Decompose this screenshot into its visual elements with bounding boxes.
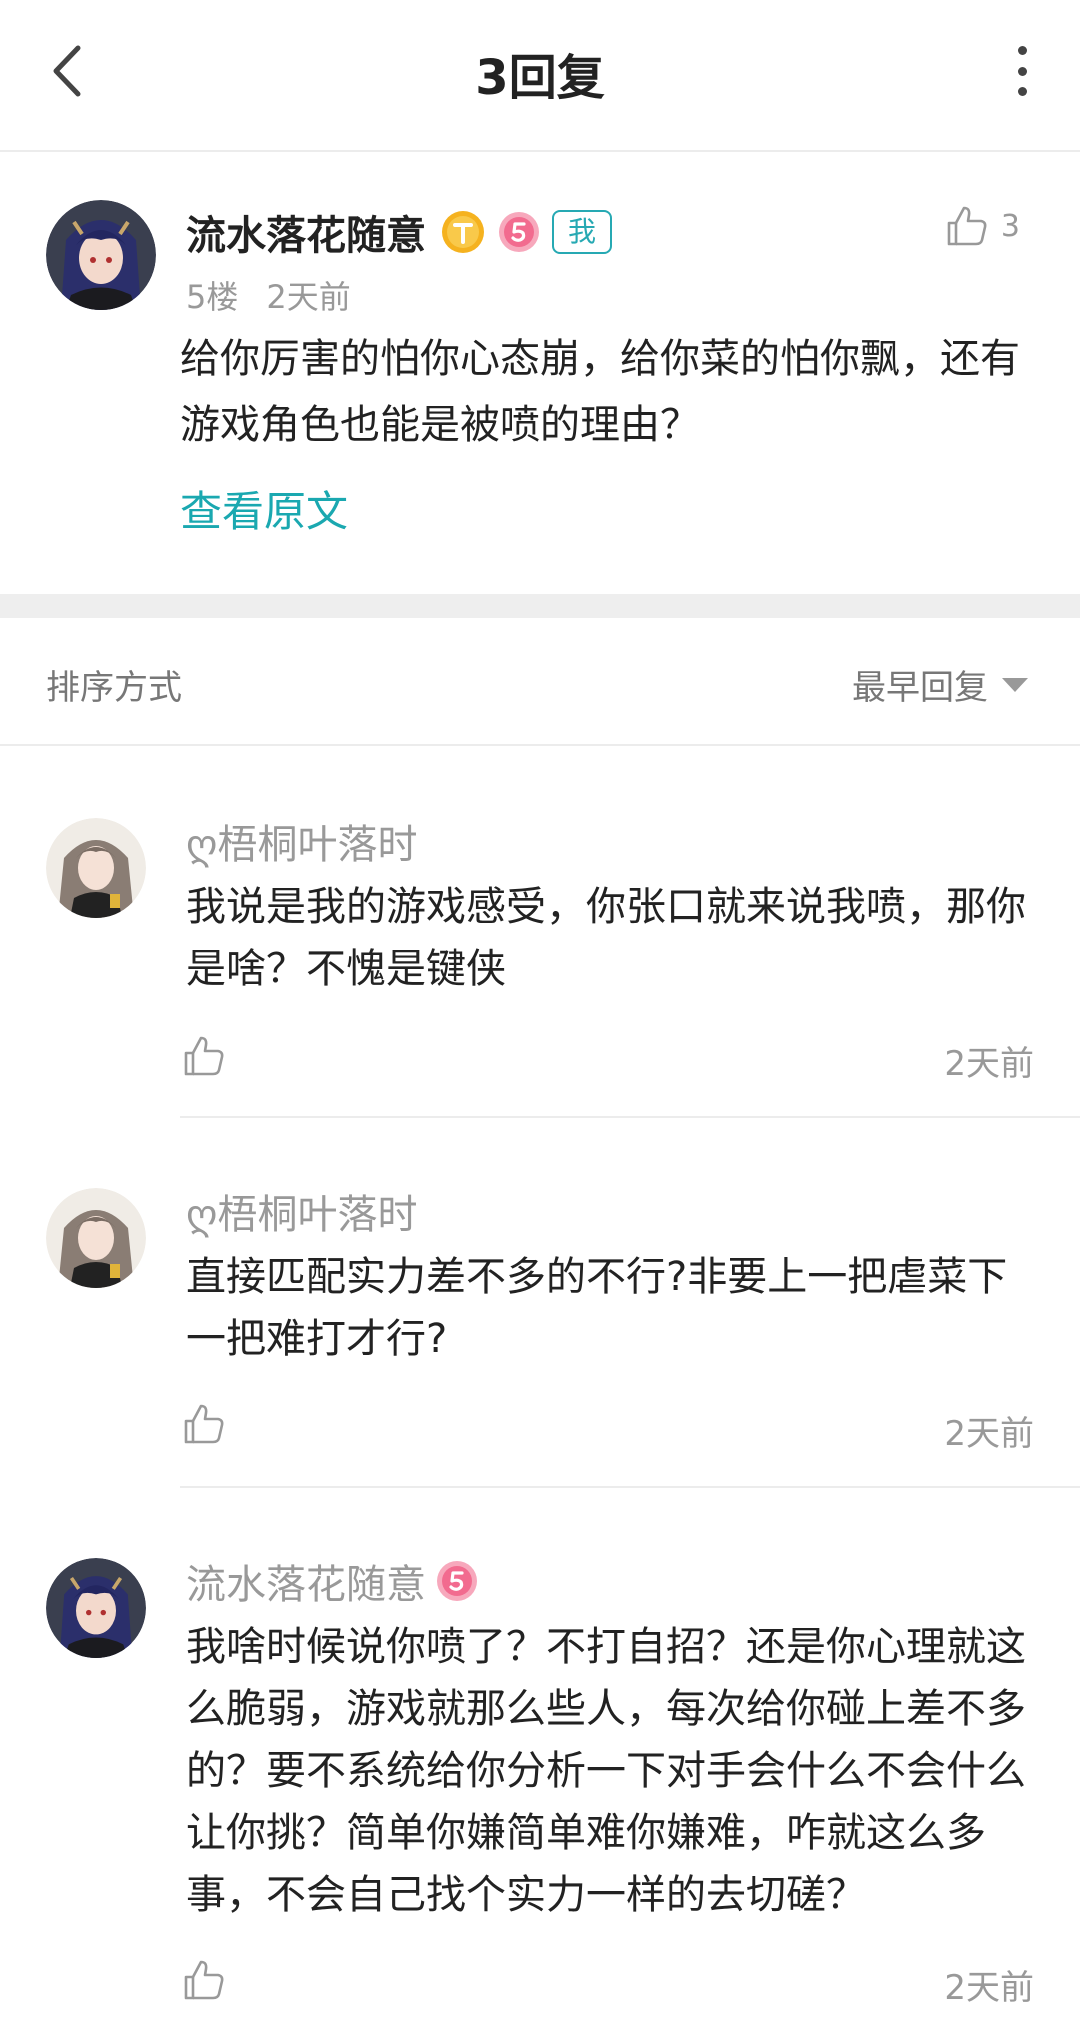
level-5-badge-icon [437, 1561, 477, 1601]
sort-dropdown[interactable]: 最早回复 [852, 660, 1028, 709]
author-row: 流水落花随意 我 [186, 203, 613, 261]
reply-item: ღ梧桐叶落时 我说是我的游戏感受，你张口就来说我喷，那你是啥？不愧是键侠 2天前 [0, 748, 1080, 1118]
avatar[interactable] [46, 818, 146, 918]
gold-t-badge-icon [442, 211, 484, 253]
top-bar: 3回复 [0, 0, 1080, 152]
post-time: 2天前 [266, 278, 351, 316]
section-divider [0, 594, 1080, 618]
more-button[interactable] [1012, 46, 1032, 96]
sort-label: 排序方式 [46, 668, 182, 708]
reply-content: 我啥时候说你喷了？不打自招？还是你心理就这么脆弱，游戏就那么些人，每次给你碰上差… [186, 1624, 1026, 1918]
sort-bar: 排序方式 最早回复 [0, 618, 1080, 746]
avatar[interactable] [46, 1558, 146, 1658]
avatar-image [46, 818, 146, 918]
floor-number: 5楼 [186, 278, 239, 316]
me-badge: 我 [552, 210, 613, 254]
level-5-badge-icon [499, 212, 539, 252]
comment-content: 给你厉害的怕你心态崩，给你菜的怕你飘，还有游戏角色也能是被喷的理由？ [180, 336, 1020, 448]
reply-content: 直接匹配实力差不多的不行?非要上一把虐菜下一把难打才行? [186, 1254, 1008, 1362]
like-button[interactable] [182, 1402, 226, 1450]
reply-item: 流水落花随意 我啥时候说你喷了？不打自招？还是你心理就这么脆弱，游戏就那么些人，… [0, 1488, 1080, 2018]
like-button[interactable]: 3 [945, 204, 1020, 248]
sort-selected-value: 最早回复 [852, 668, 988, 708]
main-comment: 流水落花随意 我 3 5楼 2天前 给你厉害的怕你心态崩，给你菜的怕你飘，还有游戏… [0, 154, 1080, 594]
thumbs-up-icon [184, 1036, 224, 1076]
thumbs-up-icon [184, 1404, 224, 1444]
reply-time: 2天前 [944, 1414, 1034, 1454]
like-button[interactable] [182, 1034, 226, 1082]
avatar-image [46, 1558, 146, 1658]
sort-dropdown-arrow-icon [1002, 677, 1028, 692]
reply-content: 我说是我的游戏感受，你张口就来说我喷，那你是啥？不愧是键侠 [186, 884, 1026, 992]
reply-time: 2天前 [944, 1044, 1034, 1084]
reply-author-row: 流水落花随意 [186, 1552, 478, 1610]
reply-author[interactable]: ღ梧桐叶落时 [186, 812, 417, 870]
more-vertical-icon [1017, 46, 1027, 55]
reply-author[interactable]: 流水落花随意 [186, 1552, 426, 1610]
avatar-image [46, 1188, 146, 1288]
like-button[interactable] [182, 1958, 226, 2006]
reply-item: ღ梧桐叶落时 直接匹配实力差不多的不行?非要上一把虐菜下一把难打才行? 2天前 [0, 1118, 1080, 1488]
avatar[interactable] [46, 1188, 146, 1288]
thumbs-up-icon [184, 1960, 224, 2000]
page-title: 3回复 [475, 50, 605, 106]
post-meta: 5楼 2天前 [186, 272, 351, 318]
author-name[interactable]: 流水落花随意 [186, 203, 426, 261]
thumbs-up-icon [947, 206, 987, 246]
view-original-link[interactable]: 查看原文 [180, 478, 348, 539]
avatar-image [46, 200, 156, 310]
like-count: 3 [1000, 208, 1020, 244]
avatar[interactable] [46, 200, 156, 310]
reply-time: 2天前 [944, 1968, 1034, 2008]
reply-author[interactable]: ღ梧桐叶落时 [186, 1182, 417, 1240]
